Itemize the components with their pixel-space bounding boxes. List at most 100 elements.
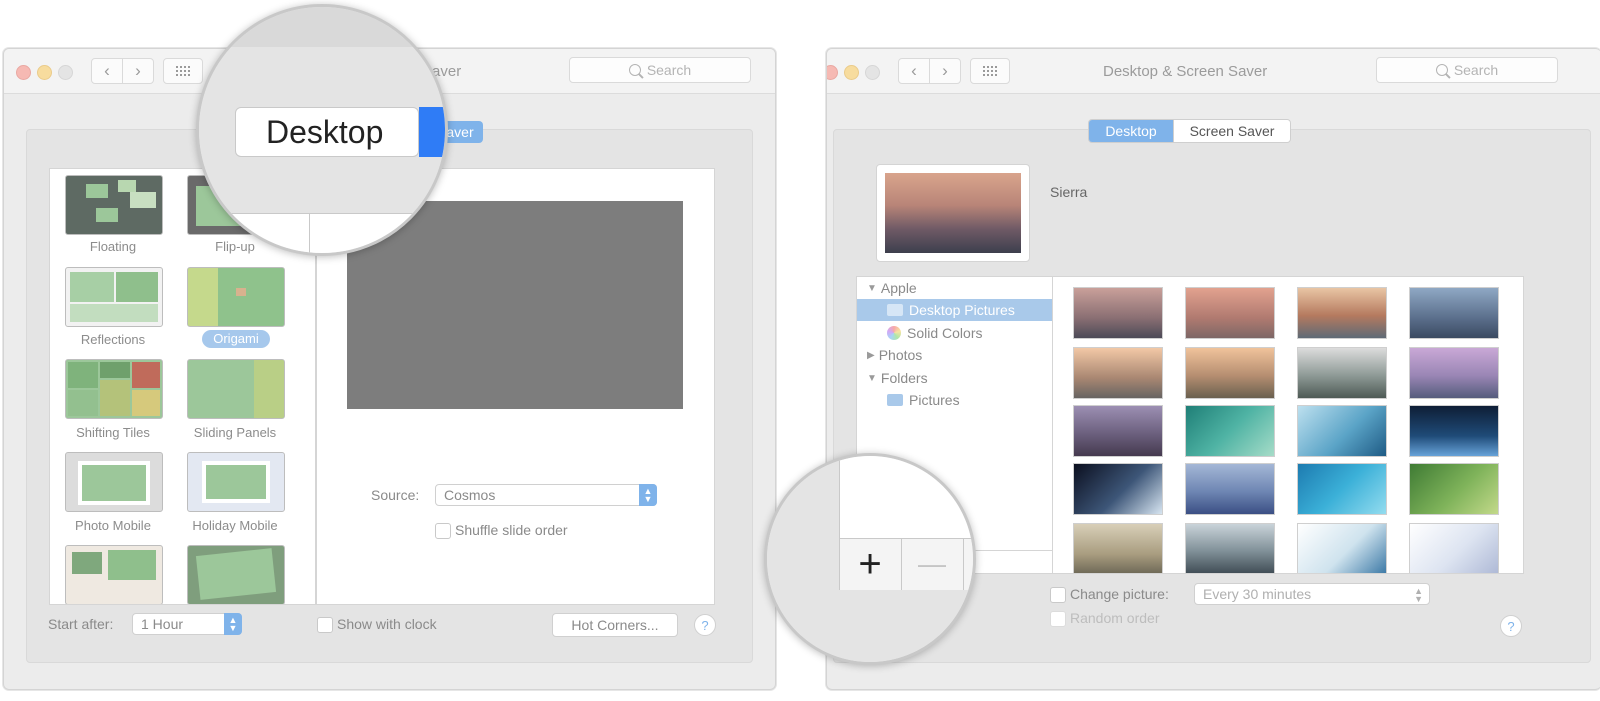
source-label: Source:	[371, 487, 420, 503]
module-label: Reflections	[80, 332, 146, 347]
current-picture	[885, 173, 1021, 253]
source-popup[interactable]: Cosmos ▲ ▼	[435, 484, 657, 506]
disclosure-icon: ▶	[867, 349, 875, 361]
forward-icon[interactable]: ›	[929, 59, 960, 83]
start-after-popup[interactable]: 1 Hour ▲ ▼	[132, 613, 242, 635]
change-picture-label: Change picture:	[1070, 586, 1169, 602]
show-all-button[interactable]	[970, 58, 1010, 84]
tab-bar: Desktop Screen Saver	[1088, 119, 1291, 143]
sidebar-item-photos[interactable]: ▶ Photos	[857, 344, 1062, 366]
chevron-updown-icon: ▲ ▼	[224, 613, 242, 635]
module-thumb-reflections[interactable]	[65, 267, 163, 327]
minimize-button[interactable]	[37, 65, 52, 80]
wallpaper-thumb[interactable]	[1073, 287, 1163, 339]
sidebar-item-desktop-pictures[interactable]: Desktop Pictures	[857, 299, 1052, 321]
sidebar-item-label: Apple	[880, 280, 917, 296]
wallpaper-thumb[interactable]	[1073, 523, 1163, 573]
zoom-desktop-tab: Desktop	[235, 107, 419, 157]
chevron-updown-icon: ▲ ▼	[1414, 586, 1423, 604]
hot-corners-button[interactable]: Hot Corners...	[552, 613, 678, 637]
sidebar-item-folders[interactable]: ▼ Folders	[857, 367, 1062, 389]
wallpaper-thumb[interactable]	[1409, 287, 1499, 339]
module-thumb-sliding-panels[interactable]	[187, 359, 285, 419]
random-order-checkbox[interactable]	[1050, 611, 1066, 627]
tab-screen-saver[interactable]: Screen Saver	[1173, 120, 1290, 142]
help-button[interactable]: ?	[1500, 615, 1522, 637]
sidebar-item-label: Desktop Pictures	[909, 302, 1015, 318]
remove-folder-button[interactable]: —	[901, 538, 964, 590]
wallpaper-thumb[interactable]	[1409, 463, 1499, 515]
zoom-accent	[419, 107, 445, 157]
current-picture-frame	[876, 164, 1030, 262]
window-title: Desktop & Screen Saver	[1103, 63, 1268, 80]
add-folder-button[interactable]: +	[839, 538, 902, 590]
module-thumb-ken-burns[interactable]	[187, 545, 285, 604]
chevron-updown-icon: ▲ ▼	[639, 484, 657, 506]
close-button[interactable]	[827, 65, 838, 80]
zoom-source-list	[839, 456, 973, 538]
wallpaper-thumb[interactable]	[1297, 523, 1387, 573]
shuffle-checkbox[interactable]	[435, 523, 451, 539]
wallpaper-thumb[interactable]	[1185, 287, 1275, 339]
search-field[interactable]: Search	[1376, 57, 1558, 83]
zoom-button[interactable]	[58, 65, 73, 80]
sidebar-item-label: Folders	[880, 370, 928, 386]
search-field[interactable]: Search	[569, 57, 751, 83]
random-order-label: Random order	[1070, 610, 1160, 626]
module-thumb-photo-mobile[interactable]	[65, 452, 163, 512]
wallpaper-grid	[1052, 276, 1524, 574]
module-thumb-holiday-mobile[interactable]	[187, 452, 285, 512]
wallpaper-thumb[interactable]	[1185, 463, 1275, 515]
wallpaper-thumb[interactable]	[1297, 463, 1387, 515]
module-thumb-shifting-tiles[interactable]	[65, 359, 163, 419]
folder-icon	[887, 304, 903, 316]
module-thumb-vintage-prints[interactable]	[65, 545, 163, 604]
show-clock-checkbox[interactable]	[317, 617, 333, 633]
sidebar-item-label: Solid Colors	[907, 325, 983, 341]
search-placeholder: Search	[646, 62, 692, 78]
module-label: Shifting Tiles	[76, 425, 150, 440]
forward-icon[interactable]: ›	[122, 59, 153, 83]
show-all-button[interactable]	[163, 58, 203, 84]
zoom-panel-edge	[767, 456, 839, 662]
sidebar-item-pictures[interactable]: Pictures	[857, 389, 1052, 411]
grid-icon	[176, 66, 190, 76]
wallpaper-thumb[interactable]	[1409, 347, 1499, 399]
change-picture-popup[interactable]: Every 30 minutes ▲ ▼	[1194, 583, 1430, 605]
wallpaper-thumb[interactable]	[1185, 405, 1275, 457]
back-icon[interactable]: ‹	[92, 59, 122, 83]
wallpaper-thumb[interactable]	[1297, 405, 1387, 457]
back-icon[interactable]: ‹	[899, 59, 929, 83]
zoom-panel-bottom	[839, 590, 973, 662]
module-thumb-floating[interactable]	[65, 175, 163, 235]
tab-desktop[interactable]: Desktop	[1089, 120, 1173, 142]
wallpaper-thumb[interactable]	[1297, 287, 1387, 339]
wallpaper-thumb[interactable]	[1073, 347, 1163, 399]
wallpaper-thumb[interactable]	[1073, 405, 1163, 457]
zoom-list-edge	[199, 213, 445, 253]
wallpaper-thumb[interactable]	[1073, 463, 1163, 515]
current-picture-name: Sierra	[1050, 184, 1088, 200]
source-value: Cosmos	[444, 487, 496, 503]
minimize-button[interactable]	[844, 65, 859, 80]
module-label: Holiday Mobile	[192, 518, 278, 533]
change-picture-checkbox[interactable]	[1050, 587, 1066, 603]
sidebar-item-apple[interactable]: ▼ Apple	[857, 277, 1062, 299]
sidebar-item-solid-colors[interactable]: Solid Colors	[857, 322, 1052, 344]
zoom-button[interactable]	[865, 65, 880, 80]
close-button[interactable]	[16, 65, 31, 80]
wallpaper-thumb[interactable]	[1185, 523, 1275, 573]
nav-buttons: ‹ ›	[91, 58, 154, 84]
start-after-value: 1 Hour	[141, 616, 184, 632]
start-after-label: Start after:	[48, 616, 114, 632]
module-thumb-origami[interactable]	[187, 267, 285, 327]
wallpaper-thumb[interactable]	[1297, 347, 1387, 399]
module-label: Floating	[89, 239, 137, 254]
wallpaper-thumb[interactable]	[1409, 405, 1499, 457]
help-button[interactable]: ?	[694, 614, 716, 636]
search-icon	[1435, 64, 1448, 76]
change-picture-value: Every 30 minutes	[1203, 586, 1312, 602]
wallpaper-thumb[interactable]	[1409, 523, 1499, 573]
wallpaper-thumb[interactable]	[1185, 347, 1275, 399]
zoom-magnifier: Desktop	[196, 4, 448, 256]
